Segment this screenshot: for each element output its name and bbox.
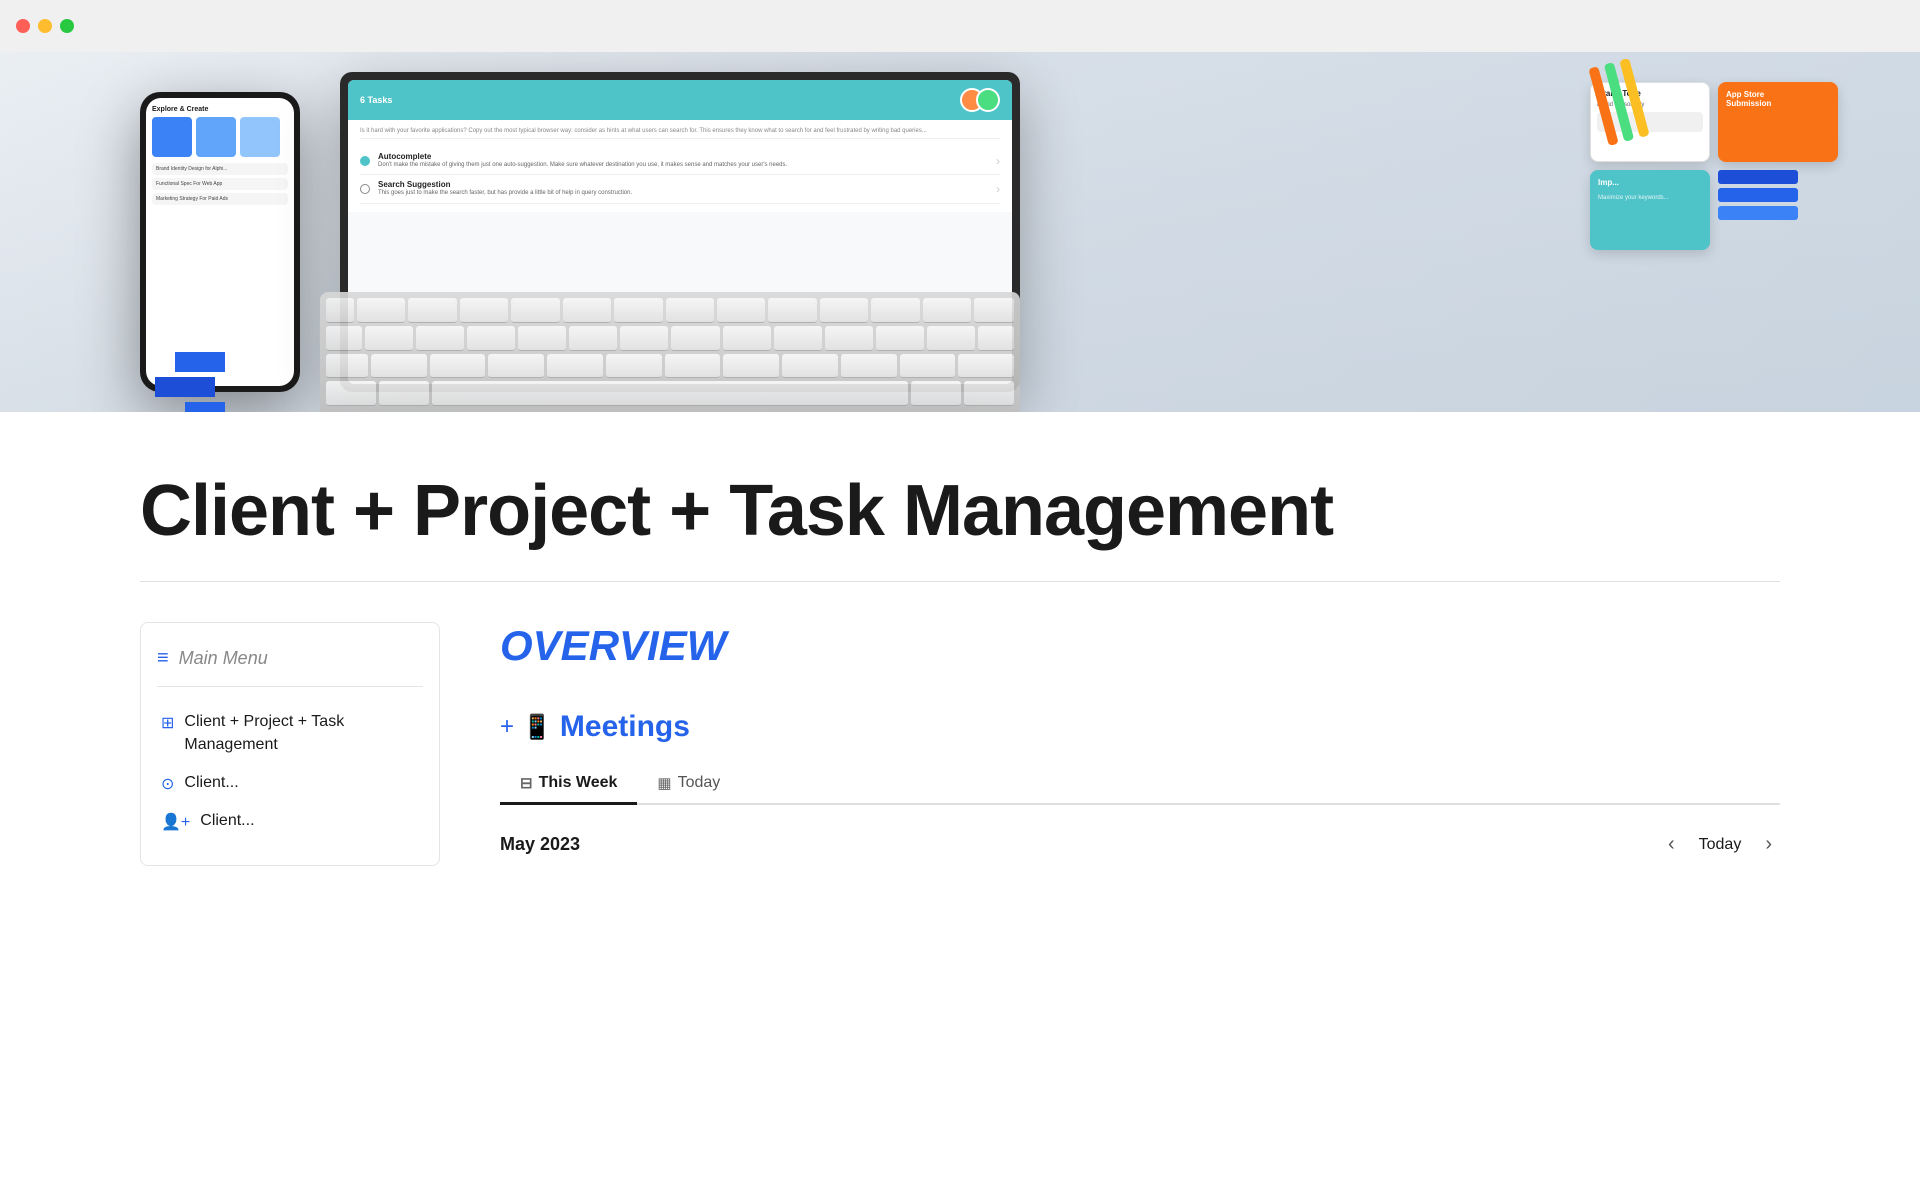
hero-phone-item: Brand Identity Design for Alphi... <box>152 163 288 175</box>
main-content: Client + Project + Task Management ≡ Mai… <box>0 412 1920 880</box>
hero-phone-screen: Explore & Create Brand Identity Design f… <box>146 98 294 386</box>
page-title: Client + Project + Task Management <box>140 412 1780 581</box>
hero-card-orange: App StoreSubmission <box>1718 82 1838 162</box>
user-circle-icon: ⊙ <box>161 774 174 794</box>
minimize-button[interactable] <box>38 19 52 33</box>
content-layout: ≡ Main Menu ⊞ Client + Project + Task Ma… <box>140 622 1780 880</box>
main-panel: OVERVIEW + 📱 Meetings ⊟ This Week ▦ <box>500 622 1780 880</box>
section-header: + 📱 Meetings <box>500 710 1780 744</box>
hamburger-icon: ≡ <box>157 647 169 670</box>
meetings-emoji: 📱 <box>522 713 552 742</box>
calendar-strip: May 2023 ‹ Today › <box>500 829 1780 860</box>
hero-keyboard <box>320 292 1020 412</box>
fullscreen-button[interactable] <box>60 19 74 33</box>
sidebar-header: ≡ Main Menu <box>157 647 423 670</box>
tablet-content: Is it hard with your favorite applicatio… <box>348 120 1012 212</box>
sidebar-item-label: Client... <box>184 772 238 794</box>
grid-icon: ⊞ <box>161 713 174 733</box>
hero-card-stack <box>1718 170 1798 250</box>
tab-this-week[interactable]: ⊟ This Week <box>500 764 637 805</box>
sidebar-item-label: Client + Project + Task Management <box>184 711 419 756</box>
page-divider <box>140 581 1780 582</box>
sidebar-item-client[interactable]: ⊙ Client... <box>157 764 423 802</box>
sidebar-separator <box>157 686 423 687</box>
tab-today-label: Today <box>678 774 721 792</box>
radio-button <box>360 184 370 194</box>
sidebar: ≡ Main Menu ⊞ Client + Project + Task Ma… <box>140 622 440 866</box>
hero-card-teal: Imp... Maximize your keywords... <box>1590 170 1710 250</box>
hero-phone-item: Functional Spec For Web App <box>152 178 288 190</box>
hero-section: Explore & Create Brand Identity Design f… <box>0 52 1920 412</box>
titlebar <box>0 0 1920 52</box>
next-arrow[interactable]: › <box>1757 829 1780 860</box>
sidebar-item-label: Client... <box>200 810 254 832</box>
meetings-title: Meetings <box>560 710 690 744</box>
today-button[interactable]: Today <box>1699 836 1742 854</box>
calendar-today-icon: ▦ <box>657 774 671 792</box>
sidebar-item-main[interactable]: ⊞ Client + Project + Task Management <box>157 703 423 764</box>
tablet-top-bar: 6 Tasks <box>348 80 1012 120</box>
tab-this-week-label: This Week <box>539 774 618 792</box>
add-icon[interactable]: + <box>500 713 514 741</box>
meetings-tabs: ⊟ This Week ▦ Today <box>500 764 1780 805</box>
user-plus-icon: 👤+ <box>161 812 190 832</box>
calendar-nav: ‹ Today › <box>1660 829 1780 860</box>
tablet-row: Autocomplete Don't make the mistake of g… <box>360 147 1000 175</box>
hero-phone-mockup: Explore & Create Brand Identity Design f… <box>140 92 300 392</box>
calendar-month: May 2023 <box>500 834 580 855</box>
meetings-section: + 📱 Meetings ⊟ This Week ▦ Today <box>500 710 1780 860</box>
prev-arrow[interactable]: ‹ <box>1660 829 1683 860</box>
hero-phone-header: Explore & Create <box>152 106 288 113</box>
sidebar-item-client-plus[interactable]: 👤+ Client... <box>157 802 423 840</box>
close-button[interactable] <box>16 19 30 33</box>
calendar-week-icon: ⊟ <box>520 774 533 792</box>
overview-title: OVERVIEW <box>500 622 1780 670</box>
sidebar-title: Main Menu <box>179 648 268 669</box>
tab-today[interactable]: ▦ Today <box>637 764 740 805</box>
hero-phone-item: Marketing Strategy For Paid Ads <box>152 193 288 205</box>
radio-button <box>360 156 370 166</box>
tablet-row: Search Suggestion This goes just to make… <box>360 175 1000 203</box>
